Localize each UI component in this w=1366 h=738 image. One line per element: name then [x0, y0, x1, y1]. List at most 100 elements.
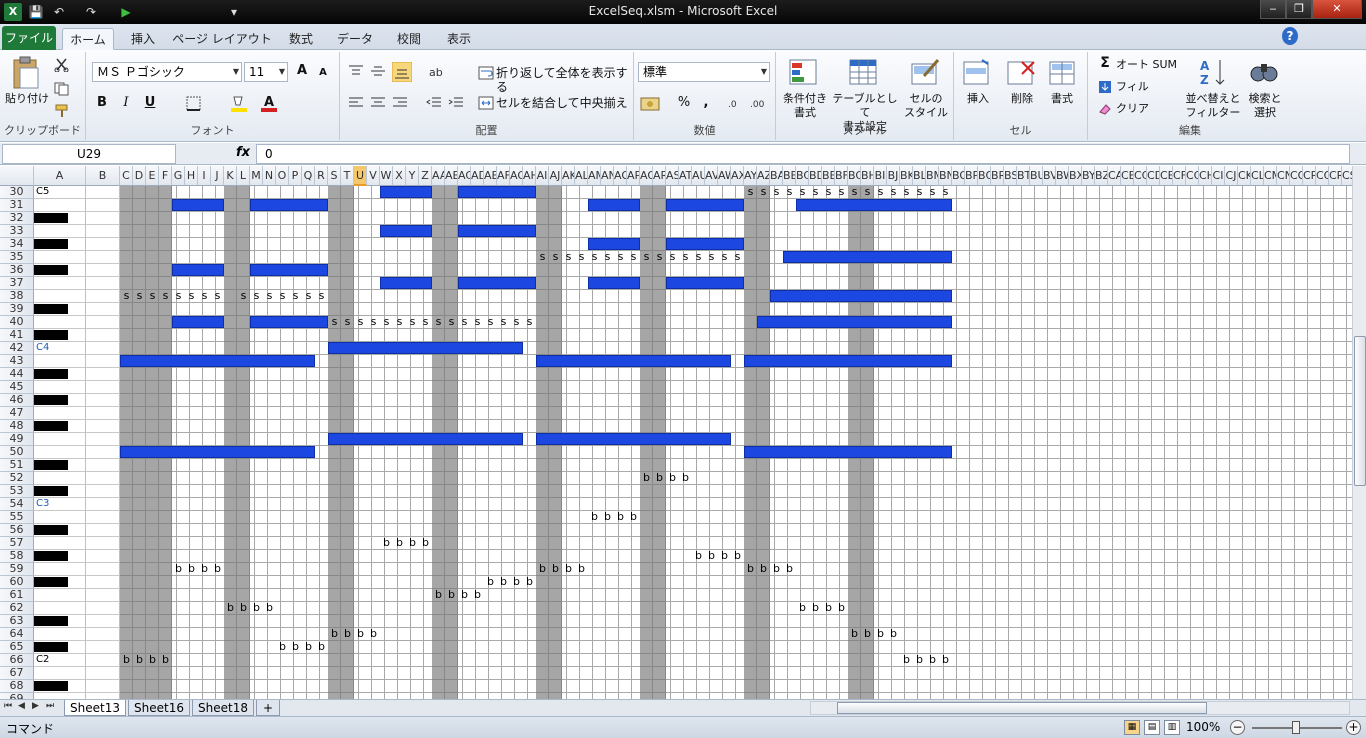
- number-format-select[interactable]: 標準 ▼: [638, 62, 770, 82]
- close-button[interactable]: ✕: [1312, 0, 1362, 19]
- column-header[interactable]: BZ: [1095, 166, 1108, 186]
- snare-mark[interactable]: s: [120, 290, 133, 303]
- align-bottom-icon[interactable]: [392, 62, 412, 82]
- snare-mark[interactable]: s: [328, 316, 341, 329]
- note-block[interactable]: [796, 199, 952, 211]
- bass-mark[interactable]: b: [276, 641, 289, 654]
- bass-mark[interactable]: b: [237, 602, 250, 615]
- note-block[interactable]: [458, 277, 536, 289]
- minimize-button[interactable]: ‒: [1260, 0, 1286, 19]
- bass-mark[interactable]: b: [627, 511, 640, 524]
- snare-mark[interactable]: s: [510, 316, 523, 329]
- format-painter-icon[interactable]: [54, 104, 70, 118]
- note-block[interactable]: [458, 225, 536, 237]
- bass-mark[interactable]: b: [211, 563, 224, 576]
- column-header[interactable]: AJ: [549, 166, 562, 186]
- decrease-indent-icon[interactable]: [426, 96, 442, 110]
- snare-mark[interactable]: s: [458, 316, 471, 329]
- paste-icon[interactable]: [10, 56, 42, 90]
- horizontal-scroll-thumb[interactable]: [837, 702, 1207, 714]
- snare-mark[interactable]: s: [159, 290, 172, 303]
- snare-mark[interactable]: s: [211, 290, 224, 303]
- note-block[interactable]: [588, 277, 640, 289]
- vertical-scroll-thumb[interactable]: [1354, 336, 1366, 486]
- note-block[interactable]: [588, 199, 640, 211]
- bass-mark[interactable]: b: [380, 537, 393, 550]
- snare-mark[interactable]: s: [601, 251, 614, 264]
- column-header[interactable]: BW: [1056, 166, 1069, 186]
- column-header[interactable]: BH: [861, 166, 874, 186]
- column-header[interactable]: CS: [1342, 166, 1352, 186]
- note-block[interactable]: [250, 199, 328, 211]
- snare-mark[interactable]: s: [198, 290, 211, 303]
- merge-center-button[interactable]: セルを結合して中央揃え: [496, 96, 630, 110]
- bass-mark[interactable]: b: [224, 602, 237, 615]
- percent-button[interactable]: %: [676, 96, 692, 110]
- column-header[interactable]: S: [328, 166, 341, 186]
- snare-mark[interactable]: s: [185, 290, 198, 303]
- snare-mark[interactable]: s: [770, 186, 783, 199]
- column-header[interactable]: AX: [731, 166, 744, 186]
- cell-styles-icon[interactable]: [910, 56, 942, 88]
- bass-mark[interactable]: b: [315, 641, 328, 654]
- snare-mark[interactable]: s: [302, 290, 315, 303]
- snare-mark[interactable]: s: [731, 251, 744, 264]
- bass-mark[interactable]: b: [445, 589, 458, 602]
- delete-cells-icon[interactable]: [1006, 56, 1038, 88]
- bass-mark[interactable]: b: [159, 654, 172, 667]
- note-block[interactable]: [744, 355, 952, 367]
- bass-mark[interactable]: b: [874, 628, 887, 641]
- column-header[interactable]: CJ: [1225, 166, 1238, 186]
- column-header[interactable]: BI: [874, 166, 887, 186]
- font-size-select[interactable]: 11 ▼: [244, 62, 288, 82]
- column-header[interactable]: BE: [822, 166, 835, 186]
- column-header[interactable]: CC: [1134, 166, 1147, 186]
- column-header[interactable]: BY: [1082, 166, 1095, 186]
- column-header[interactable]: E: [146, 166, 159, 186]
- column-header[interactable]: AV: [705, 166, 718, 186]
- zoom-out-icon[interactable]: −: [1230, 720, 1245, 735]
- bass-mark[interactable]: b: [640, 472, 653, 485]
- snare-mark[interactable]: s: [419, 316, 432, 329]
- bass-mark[interactable]: b: [120, 654, 133, 667]
- snare-mark[interactable]: s: [783, 186, 796, 199]
- new-sheet-icon[interactable]: +: [256, 700, 280, 716]
- bass-mark[interactable]: b: [718, 550, 731, 563]
- zoom-in-icon[interactable]: +: [1346, 720, 1361, 735]
- bass-mark[interactable]: b: [575, 563, 588, 576]
- format-cells-button[interactable]: 書式: [1042, 92, 1082, 106]
- next-sheet-icon[interactable]: ▶: [32, 701, 39, 711]
- column-header[interactable]: AW: [718, 166, 731, 186]
- snare-mark[interactable]: s: [432, 316, 445, 329]
- insert-function-icon[interactable]: fx: [236, 145, 250, 160]
- decrease-decimal-icon[interactable]: .00: [750, 96, 768, 110]
- snare-mark[interactable]: s: [835, 186, 848, 199]
- column-header[interactable]: AR: [653, 166, 666, 186]
- column-header[interactable]: CA: [1108, 166, 1121, 186]
- column-header[interactable]: U: [354, 166, 367, 186]
- note-block[interactable]: [328, 342, 523, 354]
- bass-mark[interactable]: b: [133, 654, 146, 667]
- shrink-font-button[interactable]: A: [316, 66, 330, 80]
- note-block[interactable]: [120, 446, 315, 458]
- bass-mark[interactable]: b: [198, 563, 211, 576]
- bass-mark[interactable]: b: [302, 641, 315, 654]
- column-header[interactable]: BJ: [887, 166, 900, 186]
- bass-mark[interactable]: b: [926, 654, 939, 667]
- note-block[interactable]: [172, 264, 224, 276]
- column-header[interactable]: CL: [1251, 166, 1264, 186]
- clear-button[interactable]: クリア: [1116, 102, 1166, 116]
- clear-icon[interactable]: [1098, 102, 1112, 116]
- column-header[interactable]: AB: [445, 166, 458, 186]
- snare-mark[interactable]: s: [679, 251, 692, 264]
- bass-mark[interactable]: b: [913, 654, 926, 667]
- normal-view-icon[interactable]: ▦: [1124, 720, 1140, 735]
- column-header[interactable]: P: [289, 166, 302, 186]
- bass-mark[interactable]: b: [848, 628, 861, 641]
- column-header[interactable]: AT: [679, 166, 692, 186]
- zoom-level[interactable]: 100%: [1186, 720, 1220, 734]
- column-header[interactable]: AK: [562, 166, 575, 186]
- snare-mark[interactable]: s: [341, 316, 354, 329]
- column-header[interactable]: CO: [1290, 166, 1303, 186]
- snare-mark[interactable]: s: [315, 290, 328, 303]
